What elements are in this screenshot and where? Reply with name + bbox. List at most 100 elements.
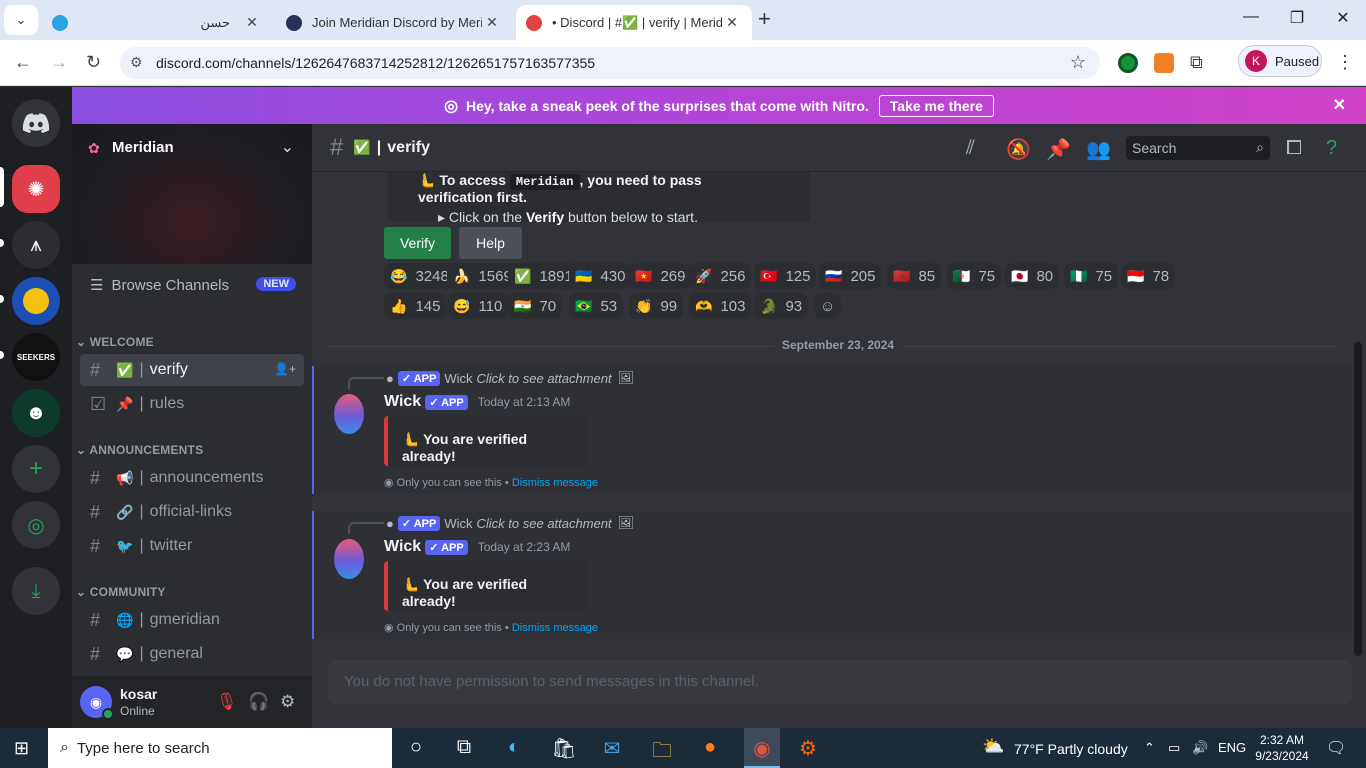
reaction-12[interactable]: 🇳🇬 75: [1064, 263, 1119, 289]
reaction-13[interactable]: 🇮🇩 78: [1121, 263, 1176, 289]
download-apps-icon[interactable]: ⤓: [12, 567, 60, 615]
reply-preview[interactable]: ● ✓ APP Wick Click to see attachment 🖼: [386, 370, 634, 386]
category-welcome[interactable]: ⌄ WELCOME: [76, 335, 154, 349]
reaction-9[interactable]: 🇲🇦 85: [887, 263, 942, 289]
dismiss-message-link[interactable]: Dismiss message: [512, 477, 598, 489]
reaction-6[interactable]: 🚀 256: [689, 263, 752, 289]
create-invite-icon[interactable]: 👤+: [274, 362, 296, 376]
inbox-icon[interactable]: ⧠: [1286, 137, 1302, 160]
taskbar-search[interactable]: ⌕ Type here to search: [48, 728, 392, 768]
help-icon[interactable]: ?: [1326, 137, 1337, 160]
mic-muted-icon[interactable]: 🎙: [216, 692, 238, 712]
browser-tab-1[interactable]: حسن ✕: [42, 5, 272, 40]
dismiss-message-link[interactable]: Dismiss message: [512, 622, 598, 634]
reload-icon[interactable]: ↻: [86, 52, 101, 72]
chrome-taskbar-icon[interactable]: ◉: [744, 728, 780, 768]
verify-button[interactable]: Verify: [384, 227, 451, 259]
add-server-icon[interactable]: +: [12, 445, 60, 493]
metamask-icon[interactable]: [1154, 53, 1174, 73]
notifications-icon[interactable]: 🗨: [1326, 738, 1346, 758]
settings-gear-icon[interactable]: ⚙: [280, 692, 295, 712]
notifications-muted-icon[interactable]: 🔕: [1006, 137, 1031, 162]
site-settings-icon[interactable]: ⚙: [130, 54, 143, 71]
threads-icon[interactable]: ⫽: [966, 137, 975, 160]
window-close-icon[interactable]: ✕: [1320, 8, 1366, 28]
channel-announcements[interactable]: # 📢 | announcements: [80, 462, 304, 494]
message[interactable]: ● ✓ APP Wick Click to see attachment 🖼 W…: [312, 366, 1352, 494]
seekers-alliance-server-icon[interactable]: SEEKERS: [12, 333, 60, 381]
author-name[interactable]: Wick: [384, 393, 421, 411]
channel-verify[interactable]: # ✅ | verify 👤+: [80, 354, 304, 386]
tray-chevron-icon[interactable]: ⌃: [1144, 740, 1155, 756]
chat-scrollbar[interactable]: [1354, 342, 1362, 656]
network-icon[interactable]: ▭: [1168, 740, 1180, 756]
chrome-menu-icon[interactable]: ⋮: [1336, 52, 1354, 73]
mail-icon[interactable]: ✉: [596, 736, 628, 761]
extension-green-icon[interactable]: [1118, 53, 1138, 73]
reply-preview[interactable]: ● ✓ APP Wick Click to see attachment 🖼: [386, 515, 634, 531]
reaction-17[interactable]: 🇧🇷 53: [569, 293, 624, 319]
file-explorer-icon[interactable]: 🗀: [646, 736, 678, 768]
server-icon-cat[interactable]: ☻: [12, 389, 60, 437]
forward-icon[interactable]: →: [50, 52, 68, 72]
clock[interactable]: 2:32 AM 9/23/2024: [1252, 732, 1312, 764]
channel-official-links[interactable]: # 🔗 | official-links: [80, 496, 304, 528]
new-tab-button[interactable]: +: [758, 8, 771, 30]
browse-channels[interactable]: ☰ Browse Channels NEW: [80, 270, 304, 300]
reaction-16[interactable]: 🇮🇳 70: [508, 293, 563, 319]
channel-twitter[interactable]: # 🐦 | twitter: [80, 530, 304, 562]
tab-search-button[interactable]: ⌄: [4, 5, 38, 35]
channel-rules[interactable]: ☑ 📌 | rules: [80, 388, 304, 420]
channel-general[interactable]: # 💬 | general: [80, 638, 304, 670]
bookmark-star-icon[interactable]: ☆: [1070, 52, 1086, 73]
tab-close-icon[interactable]: ✕: [722, 14, 742, 31]
pin-icon[interactable]: 📌: [1046, 137, 1071, 162]
store-icon[interactable]: 🛍: [548, 736, 580, 761]
channel-gmeridian[interactable]: # 🌐 | gmeridian: [80, 604, 304, 636]
browser-tab-3-active[interactable]: • Discord | #✅ | verify | Merid ✕: [516, 5, 752, 40]
reaction-1[interactable]: 😂 3248: [384, 263, 455, 289]
discord-home-icon[interactable]: [12, 99, 60, 147]
task-view-icon[interactable]: ⧉: [448, 736, 480, 759]
message[interactable]: ● ✓ APP Wick Click to see attachment 🖼 W…: [312, 511, 1352, 639]
search-input[interactable]: Search ⌕: [1126, 136, 1270, 160]
firefox-icon[interactable]: ●: [694, 736, 726, 759]
server-icon-gold[interactable]: [12, 277, 60, 325]
add-reaction-button[interactable]: ☺: [814, 293, 842, 319]
settings-gear-taskbar-icon[interactable]: ⚙: [792, 736, 824, 761]
reaction-4[interactable]: 🇺🇦 430: [569, 263, 632, 289]
member-list-icon[interactable]: 👥: [1086, 137, 1111, 162]
volume-icon[interactable]: 🔊: [1192, 740, 1208, 756]
reaction-11[interactable]: 🇯🇵 80: [1005, 263, 1060, 289]
reaction-18[interactable]: 👏 99: [629, 293, 684, 319]
language-indicator[interactable]: ENG: [1218, 740, 1246, 755]
address-bar[interactable]: ⚙ discord.com/channels/12626476837142528…: [120, 47, 1100, 79]
extensions-puzzle-icon[interactable]: ⧉: [1190, 52, 1203, 72]
nitro-cta-button[interactable]: Take me there: [878, 94, 994, 117]
reaction-19[interactable]: 🫶 103: [689, 293, 752, 319]
chevron-down-icon[interactable]: ⌄: [281, 137, 294, 157]
avatar[interactable]: [334, 539, 364, 579]
reaction-20[interactable]: 🐊 93: [754, 293, 809, 319]
reaction-14[interactable]: 👍 145: [384, 293, 447, 319]
browser-tab-2[interactable]: Join Meridian Discord by Merid ✕: [276, 5, 512, 40]
edge-icon[interactable]: ◐: [498, 736, 530, 759]
restore-icon[interactable]: ❐: [1274, 8, 1320, 28]
author-name[interactable]: Wick: [384, 538, 421, 556]
explore-servers-icon[interactable]: ◎: [12, 501, 60, 549]
reaction-10[interactable]: 🇩🇿 75: [947, 263, 1002, 289]
profile-button[interactable]: K Paused: [1238, 45, 1322, 77]
meridian-server-icon[interactable]: ✺: [12, 165, 60, 213]
category-announcements[interactable]: ⌄ ANNOUNCEMENTS: [76, 443, 203, 457]
minimize-icon[interactable]: —: [1228, 8, 1274, 26]
help-button[interactable]: Help: [459, 227, 522, 259]
windows-start-icon[interactable]: ⊞: [14, 738, 29, 759]
tab-close-icon[interactable]: ✕: [242, 14, 262, 31]
reaction-8[interactable]: 🇷🇺 205: [819, 263, 882, 289]
reaction-7[interactable]: 🇹🇷 125: [754, 263, 817, 289]
close-banner-icon[interactable]: ✕: [1333, 95, 1346, 115]
reaction-5[interactable]: 🇻🇳 269: [629, 263, 692, 289]
avatar[interactable]: [334, 394, 364, 434]
tab-close-icon[interactable]: ✕: [482, 14, 502, 31]
category-community[interactable]: ⌄ COMMUNITY: [76, 585, 166, 599]
